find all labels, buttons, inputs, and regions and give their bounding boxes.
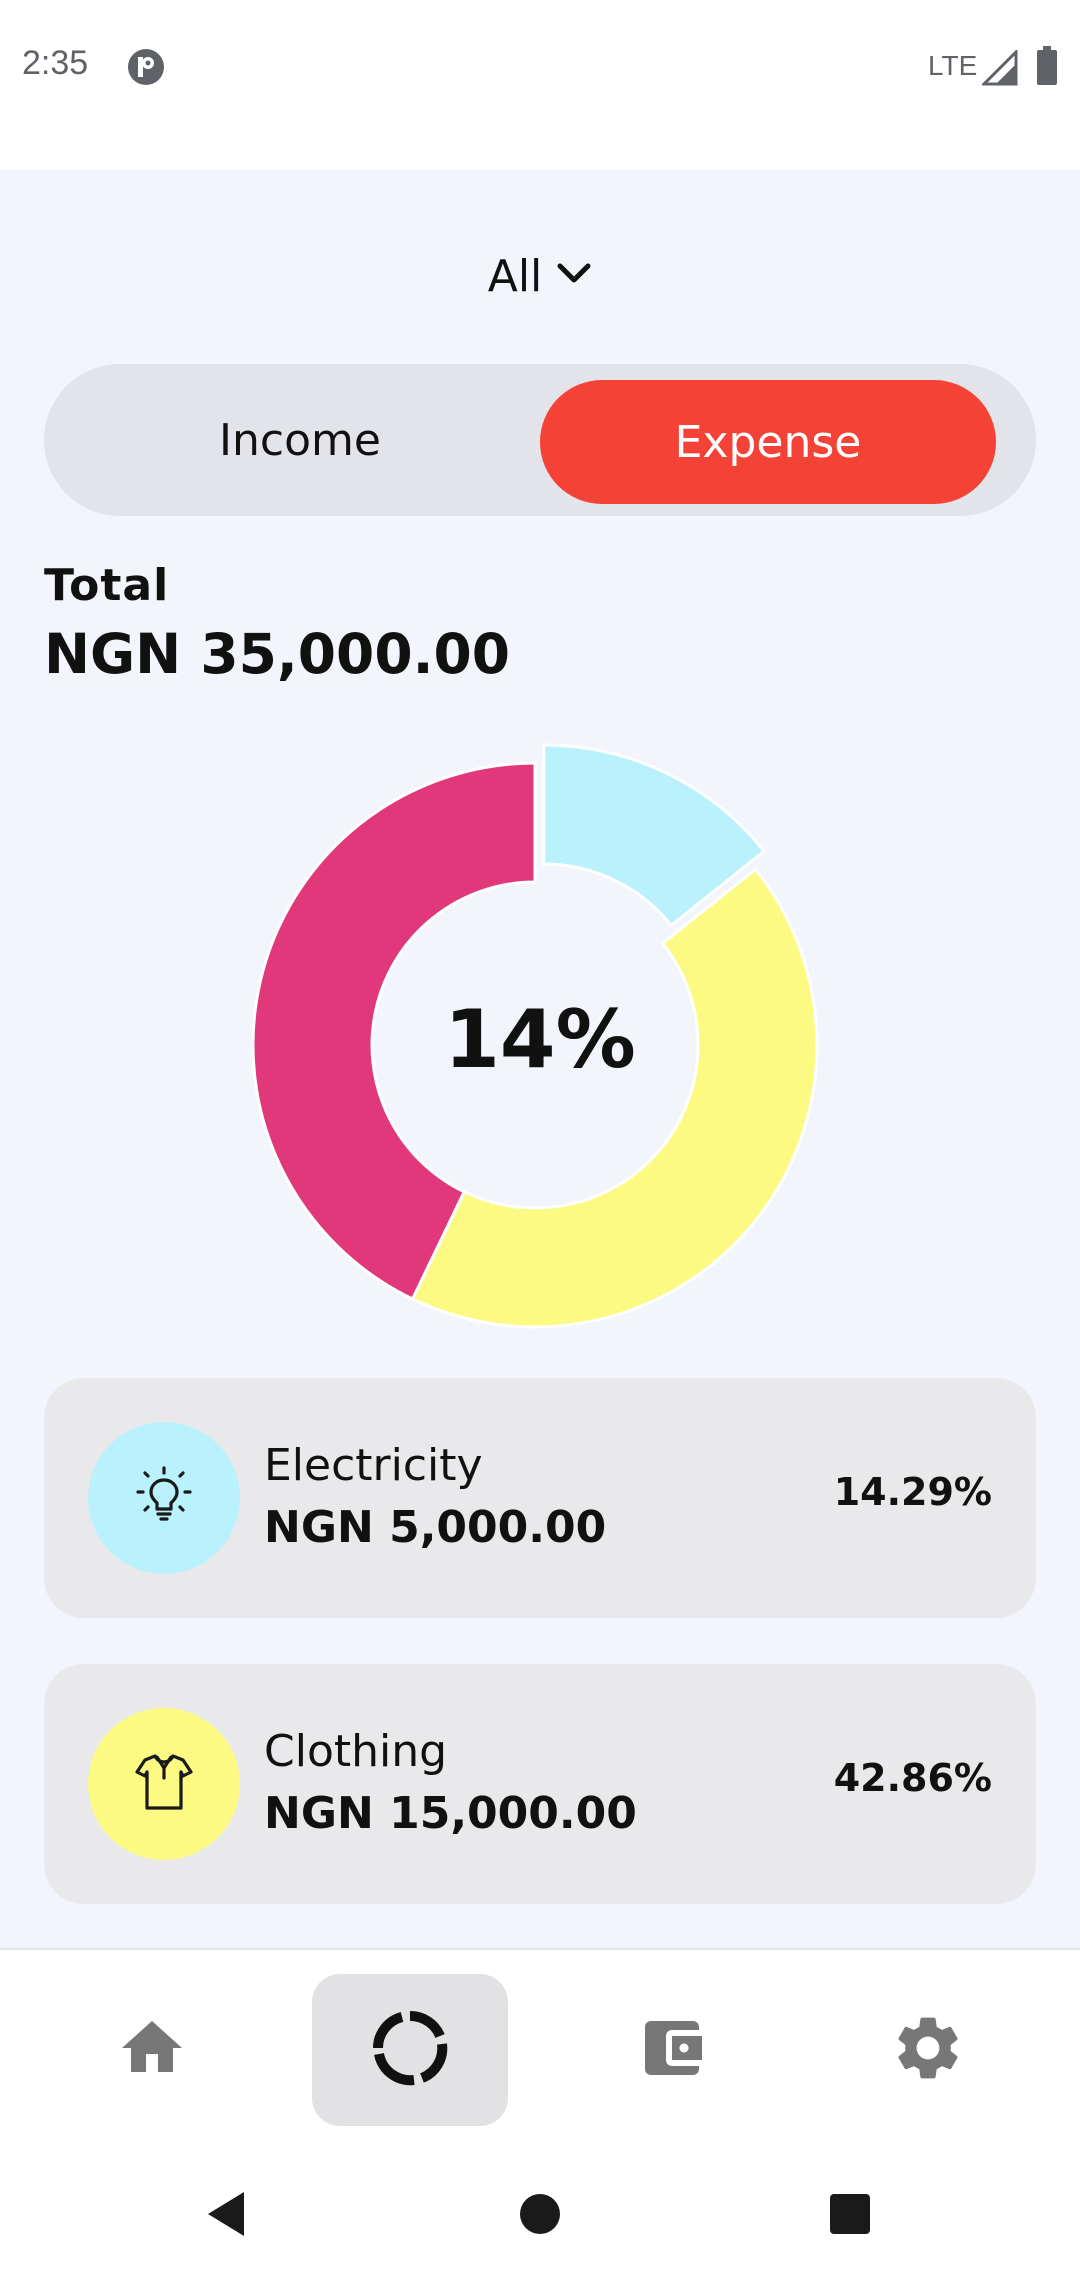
system-navigation-bar bbox=[0, 2148, 1080, 2280]
signal-icon bbox=[980, 48, 1018, 90]
lightbulb-icon bbox=[128, 1460, 200, 1536]
period-dropdown-label: All bbox=[487, 250, 543, 302]
system-recents-button[interactable] bbox=[818, 2184, 882, 2248]
nav-home-button[interactable] bbox=[54, 1974, 250, 2126]
category-name: Electricity bbox=[264, 1440, 483, 1491]
donut-chart-icon bbox=[370, 2008, 450, 2092]
category-icon-badge bbox=[88, 1708, 240, 1860]
shirt-icon bbox=[128, 1746, 200, 1822]
category-card-clothing[interactable]: Clothing NGN 15,000.00 42.86% bbox=[44, 1664, 1036, 1904]
network-type-label: LTE bbox=[928, 50, 978, 81]
total-value: NGN 35,000.00 bbox=[44, 622, 511, 686]
system-back-button[interactable] bbox=[194, 2184, 258, 2248]
category-percent: 42.86% bbox=[833, 1756, 992, 1800]
category-card-electricity[interactable]: Electricity NGN 5,000.00 14.29% bbox=[44, 1378, 1036, 1618]
category-amount: NGN 15,000.00 bbox=[264, 1788, 637, 1839]
nav-statistics-button[interactable] bbox=[312, 1974, 508, 2126]
status-time: 2:35 bbox=[22, 44, 89, 82]
income-expense-toggle: Income Expense bbox=[44, 364, 1036, 516]
category-amount: NGN 5,000.00 bbox=[264, 1502, 607, 1553]
category-icon-badge bbox=[88, 1422, 240, 1574]
gear-icon bbox=[890, 2010, 966, 2090]
home-circle-icon bbox=[518, 2192, 562, 2240]
total-label: Total bbox=[44, 560, 170, 611]
category-percent: 14.29% bbox=[833, 1470, 992, 1514]
expense-tab[interactable]: Expense bbox=[540, 380, 996, 504]
statistics-screen: All Income Expense Total NGN 35,000.00 1… bbox=[0, 170, 1080, 1948]
nav-wallet-button[interactable] bbox=[574, 1974, 770, 2126]
home-icon bbox=[116, 2012, 188, 2088]
period-dropdown[interactable]: All bbox=[460, 242, 620, 310]
income-tab[interactable]: Income bbox=[60, 380, 540, 500]
donut-center-label: 14% bbox=[444, 993, 636, 1086]
wallet-icon bbox=[636, 2012, 708, 2088]
bottom-navigation bbox=[0, 1948, 1080, 2148]
category-name: Clothing bbox=[264, 1726, 448, 1777]
chevron-down-icon bbox=[556, 262, 592, 290]
nav-settings-button[interactable] bbox=[830, 1974, 1026, 2126]
app-notification-icon bbox=[127, 48, 165, 90]
recents-square-icon bbox=[829, 2193, 871, 2239]
status-bar: 2:35 LTE bbox=[0, 0, 1080, 170]
system-home-button[interactable] bbox=[508, 2184, 572, 2248]
back-triangle-icon bbox=[204, 2190, 248, 2242]
battery-icon bbox=[1036, 46, 1058, 90]
